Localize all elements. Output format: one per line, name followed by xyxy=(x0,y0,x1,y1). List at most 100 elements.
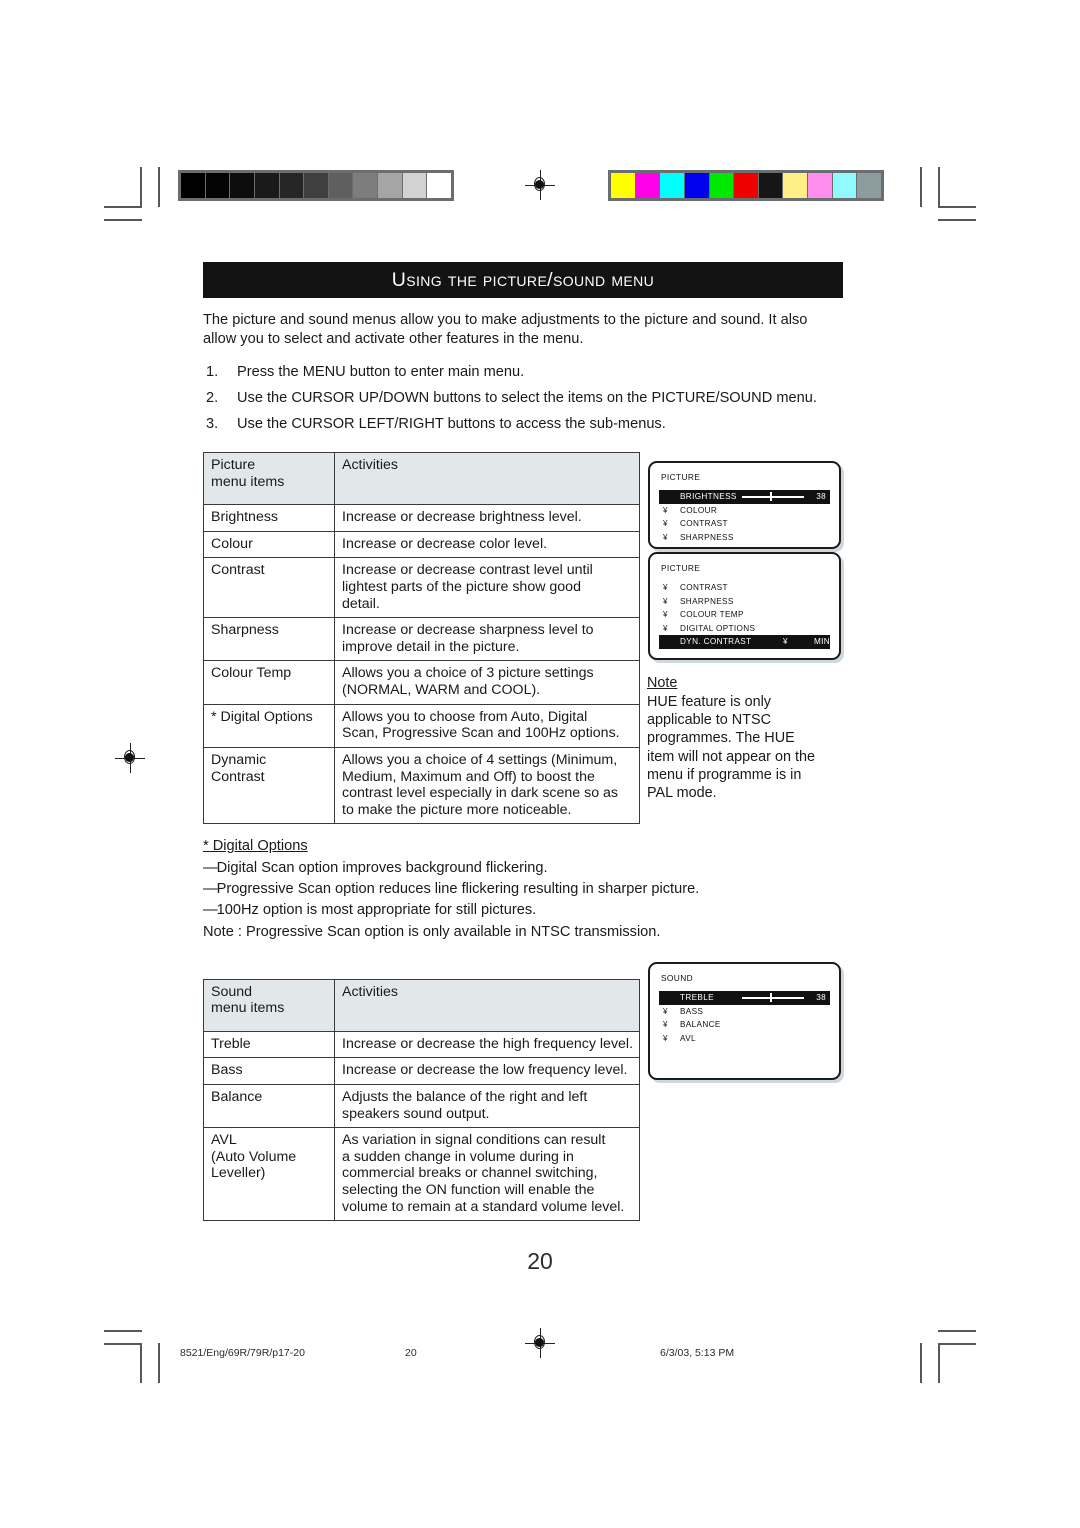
dash-glyph: — xyxy=(203,902,218,919)
osd-item-label: SHARPNESS xyxy=(680,596,734,606)
slider-knob[interactable] xyxy=(770,993,772,1002)
osd-level-slider[interactable]: 38 xyxy=(714,993,830,1002)
slider-track xyxy=(742,492,804,501)
osd-menu-item[interactable]: DYN. CONTRAST ¥ MIN xyxy=(659,635,830,649)
picture-table-body: Brightness Increase or decrease brightne… xyxy=(203,504,640,825)
osd-menu-item[interactable]: BRIGHTNESS 38 xyxy=(659,490,830,504)
digital-options-bullet: —Digital Scan option improves background… xyxy=(203,859,548,876)
osd-menu-item[interactable]: ¥ BALANCE xyxy=(659,1018,830,1032)
osd-item-label: AVL xyxy=(680,1033,696,1043)
sound-header-line2: menu items xyxy=(211,1000,285,1017)
osd-menu-item[interactable]: ¥ SHARPNESS xyxy=(659,595,830,609)
osd-arrow-icon: ¥ xyxy=(663,1033,668,1043)
osd-item-label: BRIGHTNESS xyxy=(680,492,737,502)
digital-options-note: Note : Progressive Scan option is only a… xyxy=(203,923,661,940)
step-item: 1. Press the MENU button to enter main m… xyxy=(203,362,843,382)
digital-options-bullet: —Progressive Scan option reduces line fl… xyxy=(203,880,700,897)
menu-item-line: Colour Temp xyxy=(211,665,292,682)
osd-menu-item[interactable]: ¥ AVL xyxy=(659,1032,830,1046)
activity-cell: Increase or decrease the low frequency l… xyxy=(334,1057,640,1086)
activity-cell: Allows you a choice of 3 picture setting… xyxy=(334,660,640,705)
activity-line: Allows you a choice of 4 settings (Minim… xyxy=(342,751,618,768)
osd-title: SOUND xyxy=(661,973,693,983)
table-row: Balance Adjusts the balance of the right… xyxy=(203,1084,640,1129)
footer-folio: 20 xyxy=(405,1347,417,1359)
table-row: * Digital Options Allows you to choose f… xyxy=(203,703,640,748)
activity-line: a sudden change in volume during in xyxy=(342,1148,574,1165)
menu-item-cell: Sharpness xyxy=(203,617,335,662)
table-row: Contrast Increase or decrease contrast l… xyxy=(203,557,640,619)
activity-line: speakers sound output. xyxy=(342,1105,490,1122)
calibration-swatch xyxy=(328,173,353,198)
side-note-header: Note xyxy=(647,675,678,691)
table-row: AVL (Auto Volume Leveller) As variation in… xyxy=(203,1127,640,1222)
side-note: Note HUE feature is only applicable to NT… xyxy=(647,674,857,802)
osd-rows: ¥ CONTRAST ¥ SHARPNESS ¥ COLOUR TEMP ¥ DIGITAL … xyxy=(659,581,830,649)
osd-arrow-icon: ¥ xyxy=(663,1020,668,1030)
menu-item-line: Leveller) xyxy=(211,1165,266,1182)
osd-menu-item[interactable]: ¥ COLOUR TEMP xyxy=(659,608,830,622)
calibration-swatch xyxy=(808,173,832,198)
table-row: Sharpness Increase or decrease sharpness… xyxy=(203,617,640,662)
step-text: Use the CURSOR LEFT/RIGHT buttons to acc… xyxy=(237,416,666,433)
activity-line: volume to remain at a standard volume le… xyxy=(342,1198,625,1215)
table-row: Dynamic Contrast Allows you a choice of 4… xyxy=(203,746,640,825)
calibration-swatch xyxy=(304,173,328,198)
osd-menu-item[interactable]: ¥ CONTRAST xyxy=(659,517,830,531)
step-number: 1. xyxy=(206,363,219,380)
footer-file-ref: 8521/Eng/69R/79R/p17-20 xyxy=(180,1347,305,1359)
osd-rows: BRIGHTNESS 38 ¥ COLOUR ¥ CONTRAST ¥ SHARPNESS xyxy=(659,490,830,544)
menu-item-cell: Contrast xyxy=(203,557,335,619)
activity-line: lightest parts of the picture show good xyxy=(342,579,581,596)
calibration-swatch xyxy=(427,173,452,198)
osd-menu-item[interactable]: ¥ CONTRAST xyxy=(659,581,830,595)
intro-paragraph: The picture and sound menus allow you to… xyxy=(203,312,808,348)
sound-header-cell: Sound menu items xyxy=(203,978,335,1032)
sound-table-body: Treble Increase or decrease the high fre… xyxy=(203,1030,640,1222)
calibration-swatch xyxy=(709,173,734,198)
osd-item-label: TREBLE xyxy=(680,993,714,1003)
step-item: 3. Use the CURSOR LEFT/RIGHT buttons to … xyxy=(203,414,843,434)
osd-menu-item[interactable]: ¥ DIGITAL OPTIONS xyxy=(659,622,830,636)
osd-item-label: CONTRAST xyxy=(680,519,728,529)
crop-mark-tl-horizontal-2 xyxy=(104,219,142,221)
crop-mark-tl-horizontal xyxy=(104,206,142,208)
calibration-swatch xyxy=(353,173,378,198)
activity-line: Increase or decrease color level. xyxy=(342,535,548,552)
crop-mark-br-vertical xyxy=(920,1343,922,1383)
activity-line: to make the picture more noticeable. xyxy=(342,801,572,818)
osd-menu-item[interactable]: TREBLE 38 xyxy=(659,991,830,1005)
side-note-line: PAL mode. xyxy=(647,784,717,801)
osd-menu-item[interactable]: ¥ SHARPNESS xyxy=(659,531,830,545)
section-banner: Using the Picture/Sound Menu xyxy=(203,262,843,298)
menu-item-line: Contrast xyxy=(211,562,265,579)
crop-mark-tr-vertical-2 xyxy=(938,167,940,207)
osd-level-slider[interactable]: 38 xyxy=(737,492,830,501)
calibration-swatch xyxy=(279,173,304,198)
step-text: Press the MENU button to enter main menu… xyxy=(237,363,525,380)
menu-item-line: Dynamic xyxy=(211,751,267,768)
activities-header-cell: Activities xyxy=(334,978,640,1032)
activity-line: Medium, Maximum and Off) to boost the xyxy=(342,768,595,785)
picture-header-line2: menu items xyxy=(211,473,285,490)
activity-line: Increase or decrease the low frequency l… xyxy=(342,1062,628,1079)
menu-item-cell: Colour Temp xyxy=(203,660,335,705)
page-number: 20 xyxy=(527,1248,553,1274)
side-note-line: item will not appear on the xyxy=(647,748,815,765)
crop-mark-br-horizontal xyxy=(938,1330,976,1332)
menu-item-cell: Colour xyxy=(203,530,335,559)
slider-knob[interactable] xyxy=(770,492,772,501)
crop-mark-tr-vertical xyxy=(920,167,922,207)
activity-line: selecting the ON function will enable th… xyxy=(342,1182,595,1199)
menu-item-cell: * Digital Options xyxy=(203,703,335,748)
menu-item-line: Colour xyxy=(211,535,253,552)
osd-item-label: SHARPNESS xyxy=(680,532,734,542)
footer-timestamp: 6/3/03, 5:13 PM xyxy=(660,1347,735,1359)
crop-mark-tl-vertical xyxy=(140,167,142,207)
menu-item-cell: Balance xyxy=(203,1084,335,1129)
osd-item-label: DIGITAL OPTIONS xyxy=(680,623,756,633)
osd-menu-item[interactable]: ¥ BASS xyxy=(659,1005,830,1019)
osd-menu-item[interactable]: ¥ COLOUR xyxy=(659,504,830,518)
osd-item-label: COLOUR TEMP xyxy=(680,610,744,620)
menu-item-line: Brightness xyxy=(211,509,279,526)
